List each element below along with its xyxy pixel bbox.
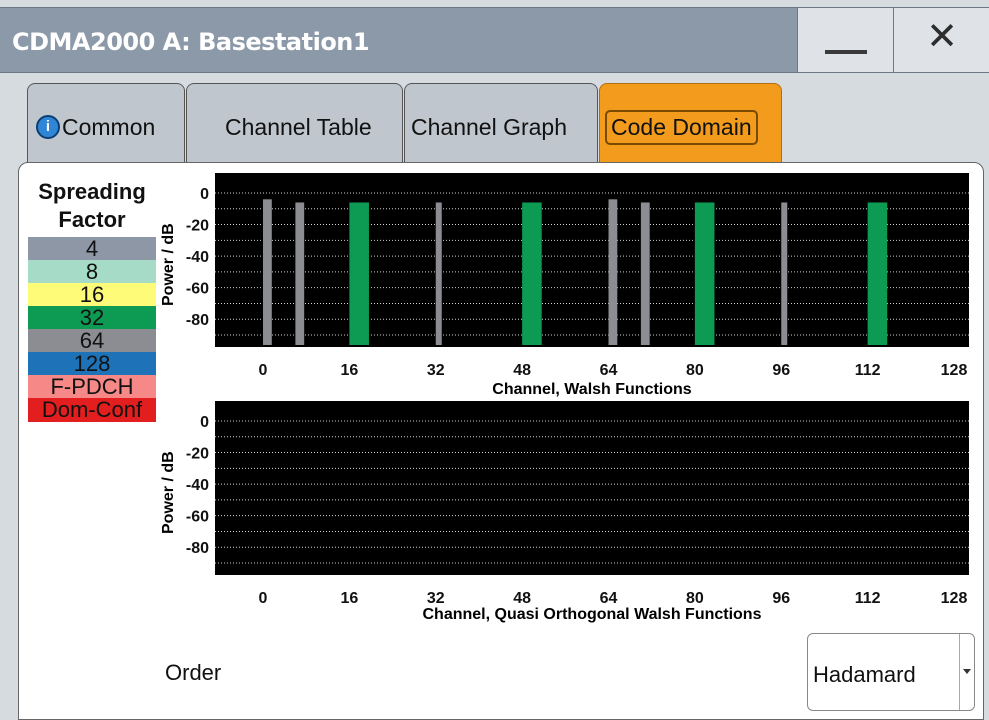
chart2-xtick-label: 96 xyxy=(772,590,790,607)
legend-label: 4 xyxy=(85,236,99,261)
tab-channel-graph[interactable]: Channel Graph xyxy=(404,83,598,164)
legend-item-sf4: 4 xyxy=(28,237,156,260)
info-icon: i xyxy=(36,115,60,139)
legend-item-sf128: 128 xyxy=(28,352,156,375)
chart2-ytick-label: -60 xyxy=(186,509,209,526)
legend-label: 16 xyxy=(79,282,105,307)
chart1-xtick-label: 16 xyxy=(340,362,358,379)
chart2-xtick-label: 80 xyxy=(686,590,704,607)
chart2-ytick-label: -20 xyxy=(186,446,209,463)
window-title: CDMA2000 A: Basestation1 xyxy=(12,28,370,56)
chart1-bar xyxy=(608,199,618,345)
chart1-xtick-label: 64 xyxy=(600,362,618,379)
chart1-ytick-label: -60 xyxy=(186,281,209,298)
chart1-bar xyxy=(867,202,888,345)
chart1-bar xyxy=(295,202,305,345)
chart2-xtick-label: 64 xyxy=(600,590,618,607)
chart1-bar xyxy=(435,202,442,345)
chart1-bar xyxy=(349,202,369,345)
close-icon: ✕ xyxy=(926,14,958,58)
dropdown-arrow-area[interactable] xyxy=(959,634,974,710)
app-window: CDMA2000 A: Basestation1 ✕ i Common Chan… xyxy=(0,0,989,720)
legend-item-sf32: 32 xyxy=(28,306,156,329)
tab-label: Code Domain xyxy=(605,110,758,145)
chart2-ytick-label: -40 xyxy=(186,477,209,494)
chart1-bar xyxy=(263,199,272,345)
chart1-bar xyxy=(781,202,788,345)
chart2-xtick-label: 112 xyxy=(855,590,881,607)
chart1-ytick-label: -20 xyxy=(186,218,209,235)
minimize-icon xyxy=(825,50,867,54)
chart1-ylabel: Power / dB xyxy=(160,223,177,306)
chart2-xtick-label: 128 xyxy=(941,590,968,607)
order-select[interactable]: Hadamard xyxy=(807,633,975,711)
chart1-bar xyxy=(694,202,715,345)
tab-label: Channel Table xyxy=(225,114,372,140)
walsh-code-domain-chart: 0 -20 -40 -60 -80 0 16 32 48 64 80 96 112 128 xyxy=(186,173,969,379)
legend-item-domconf: Dom-Conf xyxy=(28,398,156,422)
order-label: Order xyxy=(165,660,222,685)
order-value: Hadamard xyxy=(813,662,916,687)
legend-label: 128 xyxy=(73,351,111,376)
tab-label: Channel Graph xyxy=(411,114,567,140)
chart2-xtick-label: 48 xyxy=(513,590,531,607)
chart2-ytick-label: -80 xyxy=(186,540,209,557)
chart1-xlabel: Channel, Walsh Functions xyxy=(492,381,692,398)
legend-item-fpdch: F-PDCH xyxy=(28,375,156,398)
chart1-xtick-label: 0 xyxy=(259,362,268,379)
chart2-xtick-label: 16 xyxy=(340,590,358,607)
chart1-ytick-label: -40 xyxy=(186,249,209,266)
chart1-bar xyxy=(522,202,542,345)
legend-label: F-PDCH xyxy=(50,374,134,399)
chart2-xlabel: Channel, Quasi Orthogonal Walsh Function… xyxy=(422,606,762,623)
chart2-plot-area xyxy=(215,401,969,575)
minimize-button[interactable] xyxy=(797,8,894,72)
legend-item-sf8: 8 xyxy=(28,260,156,283)
chevron-down-icon xyxy=(963,669,971,674)
chart2-ytick-label: 0 xyxy=(200,414,209,431)
spreading-factor-title: Spreading Factor xyxy=(27,178,157,234)
chart1-bar xyxy=(640,202,650,345)
legend-title-line2: Factor xyxy=(58,207,126,232)
chart1-xtick-label: 80 xyxy=(686,362,704,379)
legend-title-line1: Spreading xyxy=(38,179,146,204)
legend-label: 32 xyxy=(79,305,105,330)
chart1-xtick-label: 48 xyxy=(513,362,531,379)
chart1-ytick-label: 0 xyxy=(200,186,209,203)
tab-common[interactable]: i Common xyxy=(27,83,185,164)
legend-label: Dom-Conf xyxy=(41,397,143,422)
chart1-xtick-label: 128 xyxy=(941,362,968,379)
chart1-xtick-label: 96 xyxy=(772,362,790,379)
title-bar: CDMA2000 A: Basestation1 ✕ xyxy=(0,7,989,73)
chart1-plot-area xyxy=(215,173,969,347)
legend-label: 64 xyxy=(79,328,105,353)
tab-channel-table[interactable]: Channel Table xyxy=(186,83,403,164)
close-button[interactable]: ✕ xyxy=(893,8,989,72)
chart1-xtick-label: 112 xyxy=(855,362,881,379)
tab-code-domain[interactable]: Code Domain xyxy=(599,83,782,165)
chart2-xtick-label: 0 xyxy=(259,590,268,607)
chart2-xtick-label: 32 xyxy=(427,590,445,607)
legend-item-sf16: 16 xyxy=(28,283,156,306)
legend-label: 8 xyxy=(85,259,99,284)
chart1-xtick-label: 32 xyxy=(427,362,445,379)
tab-label: Common xyxy=(62,114,156,140)
quasi-orthogonal-code-domain-chart: 0 -20 -40 -60 -80 0 16 32 48 64 80 96 112 128 xyxy=(186,401,969,607)
chart1-ytick-label: -80 xyxy=(186,312,209,329)
legend-item-sf64: 64 xyxy=(28,329,156,352)
chart2-ylabel: Power / dB xyxy=(160,451,177,534)
